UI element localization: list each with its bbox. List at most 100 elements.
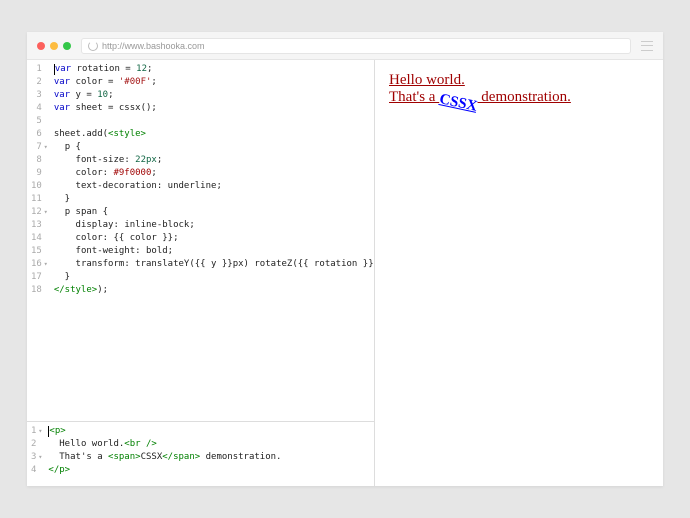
line-number: 5 bbox=[31, 115, 48, 128]
preview-paragraph: Hello world. That's a CSSX demonstration… bbox=[389, 72, 649, 106]
line-number: 9 bbox=[31, 167, 48, 180]
code-token: text-decoration bbox=[76, 180, 157, 193]
code-line[interactable]: display: inline-block; bbox=[54, 219, 374, 232]
line-number: 2 bbox=[31, 438, 42, 451]
code-token: { bbox=[97, 206, 108, 219]
maximize-icon[interactable] bbox=[63, 42, 71, 50]
code-token: demonstration. bbox=[200, 451, 281, 464]
code-token: </p> bbox=[48, 464, 70, 477]
line-number: 12 ▾ bbox=[31, 206, 48, 219]
line-number: 17 bbox=[31, 271, 48, 284]
code-token bbox=[54, 232, 76, 245]
code-token: 10 bbox=[97, 89, 108, 102]
browser-toolbar: http://www.bashooka.com bbox=[27, 32, 663, 60]
code-line[interactable] bbox=[54, 115, 374, 128]
code-token bbox=[54, 167, 76, 180]
code-token: : bbox=[124, 258, 135, 271]
code-body[interactable]: <p> Hello world.<br /> That's a <span>CS… bbox=[48, 425, 374, 477]
preview-span-cssx: CSSX bbox=[438, 91, 479, 116]
code-token: cssx bbox=[119, 102, 141, 115]
code-token: underline bbox=[168, 180, 217, 193]
code-token: = bbox=[81, 89, 97, 102]
code-line[interactable]: color: {{ color }}; bbox=[54, 232, 374, 245]
code-token: var bbox=[54, 89, 70, 102]
code-line[interactable]: var sheet = cssx(); bbox=[54, 102, 374, 115]
line-number: 13 bbox=[31, 219, 48, 232]
code-line[interactable]: <p> bbox=[48, 425, 374, 438]
code-token: {{ color }} bbox=[113, 232, 173, 245]
code-token: ; bbox=[147, 63, 152, 76]
line-number: 1 ▾ bbox=[31, 425, 42, 438]
code-line[interactable]: sheet.add(<style> bbox=[54, 128, 374, 141]
code-line[interactable]: p span { bbox=[54, 206, 374, 219]
code-token: = bbox=[120, 63, 136, 76]
code-token: color bbox=[76, 167, 103, 180]
code-line[interactable]: var rotation = 12; bbox=[54, 63, 374, 76]
line-number: 16 ▾ bbox=[31, 258, 48, 271]
code-token: : bbox=[103, 232, 114, 245]
html-editor[interactable]: 1 ▾23 ▾4<p> Hello world.<br /> That's a … bbox=[27, 421, 374, 486]
line-number: 1 bbox=[31, 63, 48, 76]
code-line[interactable]: p { bbox=[54, 141, 374, 154]
line-number: 11 bbox=[31, 193, 48, 206]
code-token: ; bbox=[173, 232, 178, 245]
code-line[interactable]: transform: translateY({{ y }}px) rotateZ… bbox=[54, 258, 374, 271]
code-token bbox=[54, 245, 76, 258]
code-token: font-weight bbox=[76, 245, 136, 258]
code-line[interactable]: var y = 10; bbox=[54, 89, 374, 102]
code-line[interactable]: color: #9f0000; bbox=[54, 167, 374, 180]
minimize-icon[interactable] bbox=[50, 42, 58, 50]
code-token: var bbox=[55, 63, 71, 76]
code-token: = bbox=[103, 76, 119, 89]
code-token: color bbox=[76, 76, 103, 89]
code-token: ; bbox=[189, 219, 194, 232]
code-token bbox=[54, 206, 65, 219]
code-line[interactable]: font-size: 22px; bbox=[54, 154, 374, 167]
code-token: <br /> bbox=[124, 438, 157, 451]
code-body[interactable]: var rotation = 12;var color = '#00F';var… bbox=[54, 63, 374, 297]
code-token: #9f0000 bbox=[113, 167, 151, 180]
url-bar[interactable]: http://www.bashooka.com bbox=[81, 38, 631, 54]
code-token: '#00F' bbox=[119, 76, 152, 89]
code-token: p span bbox=[65, 206, 98, 219]
preview-text-before: That's a bbox=[389, 89, 439, 105]
code-token: {{ y }} bbox=[195, 258, 233, 271]
code-line[interactable]: Hello world.<br /> bbox=[48, 438, 374, 451]
preview-text-line1: Hello world. bbox=[389, 72, 465, 88]
code-line[interactable]: } bbox=[54, 193, 374, 206]
code-token bbox=[54, 141, 65, 154]
code-token: rotateZ bbox=[254, 258, 292, 271]
code-token: 12 bbox=[136, 63, 147, 76]
code-token: </style> bbox=[54, 284, 97, 297]
code-token: rotation bbox=[77, 63, 120, 76]
line-number: 3 ▾ bbox=[31, 451, 42, 464]
line-number: 3 bbox=[31, 89, 48, 102]
line-number: 2 bbox=[31, 76, 48, 89]
code-line[interactable]: </p> bbox=[48, 464, 374, 477]
refresh-icon[interactable] bbox=[88, 41, 98, 51]
preview-pane: Hello world. That's a CSSX demonstration… bbox=[375, 60, 663, 486]
line-number: 6 bbox=[31, 128, 48, 141]
code-token bbox=[54, 180, 76, 193]
code-token: sheet bbox=[54, 128, 81, 141]
code-line[interactable]: text-decoration: underline; bbox=[54, 180, 374, 193]
browser-window: http://www.bashooka.com 1234567 ▾8910111… bbox=[27, 32, 663, 486]
code-line[interactable]: </style>); bbox=[54, 284, 374, 297]
code-line[interactable]: font-weight: bold; bbox=[54, 245, 374, 258]
code-token: : bbox=[157, 180, 168, 193]
code-token: {{ rotation }} bbox=[298, 258, 374, 271]
code-line[interactable]: } bbox=[54, 271, 374, 284]
code-token: : bbox=[135, 245, 146, 258]
code-line[interactable]: var color = '#00F'; bbox=[54, 76, 374, 89]
code-token: <span> bbox=[108, 451, 141, 464]
code-token: } bbox=[54, 271, 70, 284]
code-line[interactable]: That's a <span>CSSX</span> demonstration… bbox=[48, 451, 374, 464]
code-token: display bbox=[76, 219, 114, 232]
menu-icon[interactable] bbox=[641, 41, 653, 51]
code-token: var bbox=[54, 76, 70, 89]
close-icon[interactable] bbox=[37, 42, 45, 50]
code-token: ; bbox=[216, 180, 221, 193]
code-token: translateY bbox=[135, 258, 189, 271]
js-css-editor[interactable]: 1234567 ▾89101112 ▾13141516 ▾1718var rot… bbox=[27, 60, 374, 421]
code-token: ; bbox=[151, 167, 156, 180]
